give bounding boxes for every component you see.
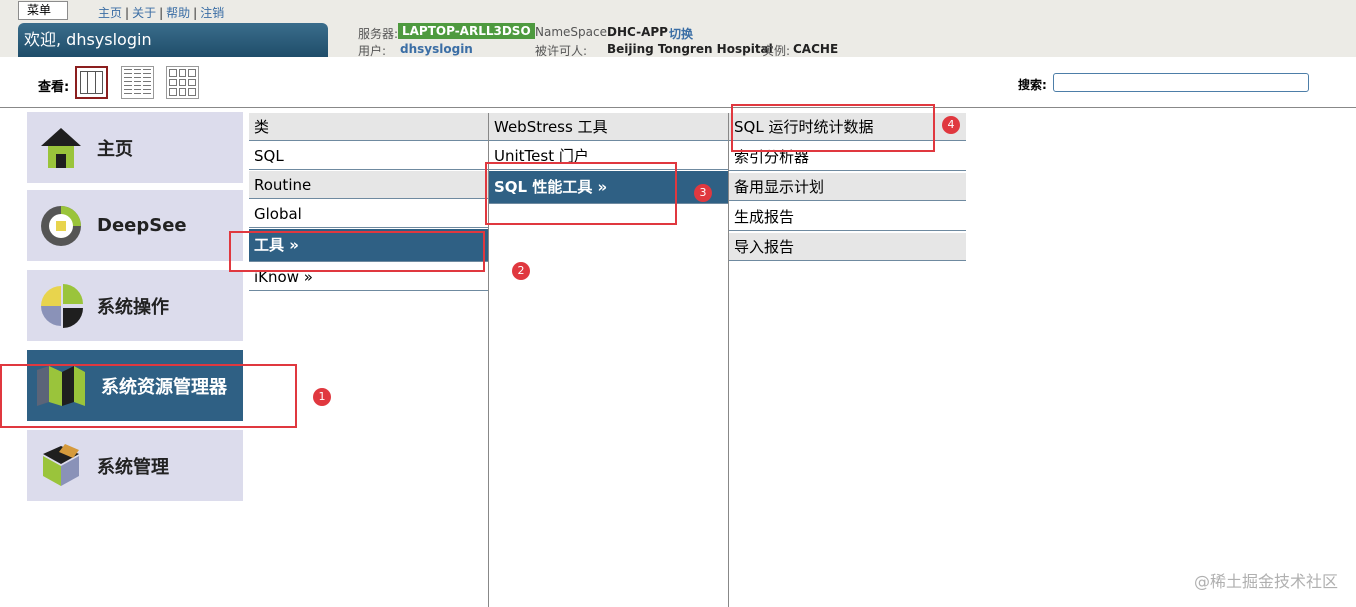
annotation-box-1	[0, 364, 297, 428]
home-icon	[41, 127, 81, 168]
annotation-box-4	[731, 104, 935, 152]
search-input[interactable]	[1053, 73, 1309, 92]
menu-item-import-report[interactable]: 导入报告	[729, 233, 966, 261]
list-view-button[interactable]	[121, 66, 154, 99]
category-label: DeepSee	[97, 215, 187, 236]
category-system-operation[interactable]: 系统操作	[27, 270, 243, 341]
annotation-box-2	[229, 231, 485, 272]
view-label: 查看:	[38, 80, 70, 95]
link-separator: |	[193, 6, 198, 20]
category-deepsee[interactable]: DeepSee	[27, 190, 243, 261]
logout-link[interactable]: 注销	[200, 6, 224, 20]
menu-button[interactable]: 菜单	[18, 1, 68, 20]
licensee-value: Beijing Tongren Hospital	[607, 42, 773, 56]
category-label: 系统操作	[97, 296, 169, 318]
licensee-label: 被许可人:	[535, 44, 588, 58]
menu-item-class[interactable]: 类	[249, 113, 488, 141]
list-icon	[124, 69, 152, 96]
namespace-value: DHC-APP	[607, 25, 668, 39]
search-label: 搜索:	[1018, 78, 1047, 92]
home-link[interactable]: 主页	[98, 6, 122, 20]
system-operation-icon	[41, 283, 83, 328]
grid-icon	[169, 69, 177, 77]
category-label: 系统管理	[97, 456, 169, 478]
namespace-label: NameSpace:	[535, 25, 612, 39]
user-value[interactable]: dhsyslogin	[400, 42, 473, 56]
instance-value: CACHE	[793, 42, 839, 56]
columns-icon	[80, 71, 103, 94]
grid-view-button[interactable]	[166, 66, 199, 99]
server-label: 服务器:	[358, 27, 399, 41]
welcome-banner: 欢迎, dhsyslogin	[18, 23, 328, 57]
top-header: 菜单 主页 | 关于 | 帮助 | 注销 欢迎, dhsyslogin 服务器: LAPTO…	[0, 0, 1356, 58]
annotation-badge-2: 2	[512, 262, 530, 280]
menu-item-alternate-show-plans[interactable]: 备用显示计划	[729, 173, 966, 201]
watermark: @稀土掘金技术社区	[1193, 572, 1338, 591]
menu-item-webstress[interactable]: WebStress 工具	[489, 113, 728, 141]
header-divider	[0, 107, 1356, 108]
column-view-button[interactable]	[75, 66, 108, 99]
menu-item-global[interactable]: Global	[249, 200, 488, 228]
menu-item-routine[interactable]: Routine	[249, 171, 488, 199]
menu-item-sql[interactable]: SQL	[249, 142, 488, 170]
category-system-admin[interactable]: 系统管理	[27, 430, 243, 501]
annotation-badge-1: 1	[313, 388, 331, 406]
link-separator: |	[125, 6, 130, 20]
deepsee-icon	[41, 205, 81, 246]
top-links: 主页 | 关于 | 帮助 | 注销	[98, 4, 224, 21]
annotation-box-3	[485, 162, 677, 225]
category-label: 主页	[97, 138, 133, 160]
help-link[interactable]: 帮助	[166, 6, 190, 20]
system-admin-icon	[43, 443, 79, 486]
about-link[interactable]: 关于	[132, 6, 156, 20]
server-badge: LAPTOP-ARLL3DSO	[398, 23, 535, 39]
annotation-badge-3: 3	[694, 184, 712, 202]
link-separator: |	[159, 6, 164, 20]
category-home[interactable]: 主页	[27, 112, 243, 183]
switch-namespace-link[interactable]: 切换	[669, 25, 693, 42]
user-label: 用户:	[358, 44, 387, 58]
annotation-badge-4: 4	[942, 116, 960, 134]
instance-label: 实例:	[762, 44, 791, 58]
menu-item-generate-report[interactable]: 生成报告	[729, 203, 966, 231]
